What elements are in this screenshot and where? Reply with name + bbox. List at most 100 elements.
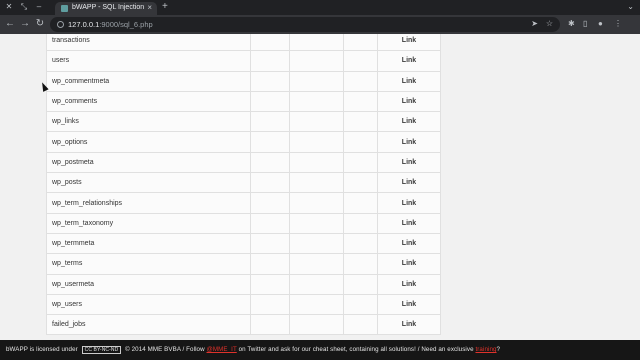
table-name-cell: wp_terms xyxy=(46,253,251,275)
empty-cell xyxy=(343,90,378,113)
row-link[interactable]: Link xyxy=(377,131,441,153)
table-name-cell: wp_term_relationships xyxy=(46,192,251,214)
tab-search-icon[interactable]: ⌄ xyxy=(627,2,634,11)
empty-cell xyxy=(289,172,344,194)
empty-cell xyxy=(250,232,290,255)
tab-title: bWAPP - SQL Injection xyxy=(72,4,145,11)
window-minimize-icon[interactable]: – xyxy=(34,2,44,12)
results-table: transactions Link users Link wp_commentmeta L… xyxy=(46,34,441,336)
empty-cell xyxy=(289,253,344,275)
window-menu-icon[interactable]: ✕ xyxy=(4,2,14,12)
row-link[interactable]: Link xyxy=(377,70,441,92)
bookmark-star-icon[interactable]: ☆ xyxy=(546,19,553,28)
row-link[interactable]: Link xyxy=(377,90,441,113)
empty-cell xyxy=(250,34,290,52)
empty-cell xyxy=(289,90,344,113)
table-row: wp_postmeta Link xyxy=(46,151,441,174)
empty-cell xyxy=(343,212,378,234)
row-link[interactable]: Link xyxy=(377,111,441,133)
empty-cell xyxy=(250,314,290,336)
table-row: wp_usermeta Link xyxy=(46,273,441,295)
empty-cell xyxy=(250,131,290,153)
empty-cell xyxy=(289,151,344,174)
window-resize-icon[interactable]: ⤡ xyxy=(19,2,29,12)
row-link[interactable]: Link xyxy=(377,314,441,336)
twitter-link[interactable]: @MME_IT xyxy=(207,346,237,353)
empty-cell xyxy=(343,273,378,295)
tab-close-icon[interactable]: × xyxy=(147,3,152,12)
footer: bWAPP is licensed under CC BY-NC-ND © 20… xyxy=(0,340,640,360)
row-link[interactable]: Link xyxy=(377,293,441,316)
row-link[interactable]: Link xyxy=(377,273,441,295)
empty-cell xyxy=(343,293,378,316)
kebab-menu-icon[interactable]: ⋮ xyxy=(614,18,622,30)
row-link[interactable]: Link xyxy=(377,151,441,174)
table-row: wp_options Link xyxy=(46,131,441,153)
table-row: wp_termmeta Link xyxy=(46,232,441,255)
table-row: wp_term_taxonomy Link xyxy=(46,212,441,234)
url-text[interactable]: 127.0.0.1:9000/sql_6.php xyxy=(68,20,153,29)
empty-cell xyxy=(289,192,344,214)
table-name-cell: wp_term_taxonomy xyxy=(46,212,251,234)
table-name-cell: wp_posts xyxy=(46,172,251,194)
cc-license-badge[interactable]: CC BY-NC-ND xyxy=(81,346,122,354)
row-link[interactable]: Link xyxy=(377,232,441,255)
send-icon[interactable]: ➤ xyxy=(531,19,538,28)
empty-cell xyxy=(343,253,378,275)
row-link[interactable]: Link xyxy=(377,34,441,52)
favicon-icon xyxy=(61,5,68,12)
empty-cell xyxy=(343,151,378,174)
empty-cell xyxy=(250,111,290,133)
empty-cell xyxy=(250,90,290,113)
row-link[interactable]: Link xyxy=(377,192,441,214)
table-row: wp_links Link xyxy=(46,111,441,133)
empty-cell xyxy=(289,70,344,92)
table-row: users Link xyxy=(46,50,441,72)
table-row: wp_comments Link xyxy=(46,90,441,113)
empty-cell xyxy=(250,273,290,295)
table-name-cell: wp_comments xyxy=(46,90,251,113)
empty-cell xyxy=(250,50,290,72)
new-tab-button[interactable]: + xyxy=(162,2,168,12)
browser-tab[interactable]: bWAPP - SQL Injection × xyxy=(55,2,157,15)
reload-icon[interactable]: ↻ xyxy=(34,18,46,30)
table-name-cell: wp_postmeta xyxy=(46,151,251,174)
forward-icon[interactable]: → xyxy=(19,18,31,30)
address-bar[interactable]: 127.0.0.1:9000/sql_6.php ➤ ☆ xyxy=(50,17,560,32)
table-name-cell: wp_options xyxy=(46,131,251,153)
row-link[interactable]: Link xyxy=(377,172,441,194)
table-name-cell: wp_users xyxy=(46,293,251,316)
empty-cell xyxy=(250,151,290,174)
empty-cell xyxy=(289,111,344,133)
table-name-cell: wp_termmeta xyxy=(46,232,251,255)
site-info-icon[interactable] xyxy=(57,21,64,28)
scrollbar[interactable] xyxy=(634,70,638,340)
table-name-cell: users xyxy=(46,50,251,72)
extensions-icon[interactable]: ✱ xyxy=(568,18,575,30)
browser-toolbar: ← → ↻ 127.0.0.1:9000/sql_6.php ➤ ☆ ✱ ▯ ●… xyxy=(0,15,640,34)
training-link[interactable]: training xyxy=(475,346,496,353)
empty-cell xyxy=(343,131,378,153)
table-name-cell: failed_jobs xyxy=(46,314,251,336)
table-row: wp_commentmeta Link xyxy=(46,70,441,92)
empty-cell xyxy=(289,273,344,295)
row-link[interactable]: Link xyxy=(377,253,441,275)
row-link[interactable]: Link xyxy=(377,50,441,72)
table-name-cell: wp_commentmeta xyxy=(46,70,251,92)
row-link[interactable]: Link xyxy=(377,212,441,234)
empty-cell xyxy=(250,70,290,92)
sidebar-icon[interactable]: ▯ xyxy=(583,18,587,30)
empty-cell xyxy=(250,293,290,316)
empty-cell xyxy=(289,34,344,52)
table-name-cell: wp_links xyxy=(46,111,251,133)
empty-cell xyxy=(250,192,290,214)
empty-cell xyxy=(343,34,378,52)
table-row: wp_users Link xyxy=(46,293,441,316)
footer-text: bWAPP is licensed under CC BY-NC-ND © 20… xyxy=(6,346,501,354)
table-row: transactions Link xyxy=(46,34,441,52)
back-icon[interactable]: ← xyxy=(4,18,16,30)
table-name-cell: wp_usermeta xyxy=(46,273,251,295)
empty-cell xyxy=(289,50,344,72)
empty-cell xyxy=(343,192,378,214)
profile-icon[interactable]: ● xyxy=(598,18,603,30)
